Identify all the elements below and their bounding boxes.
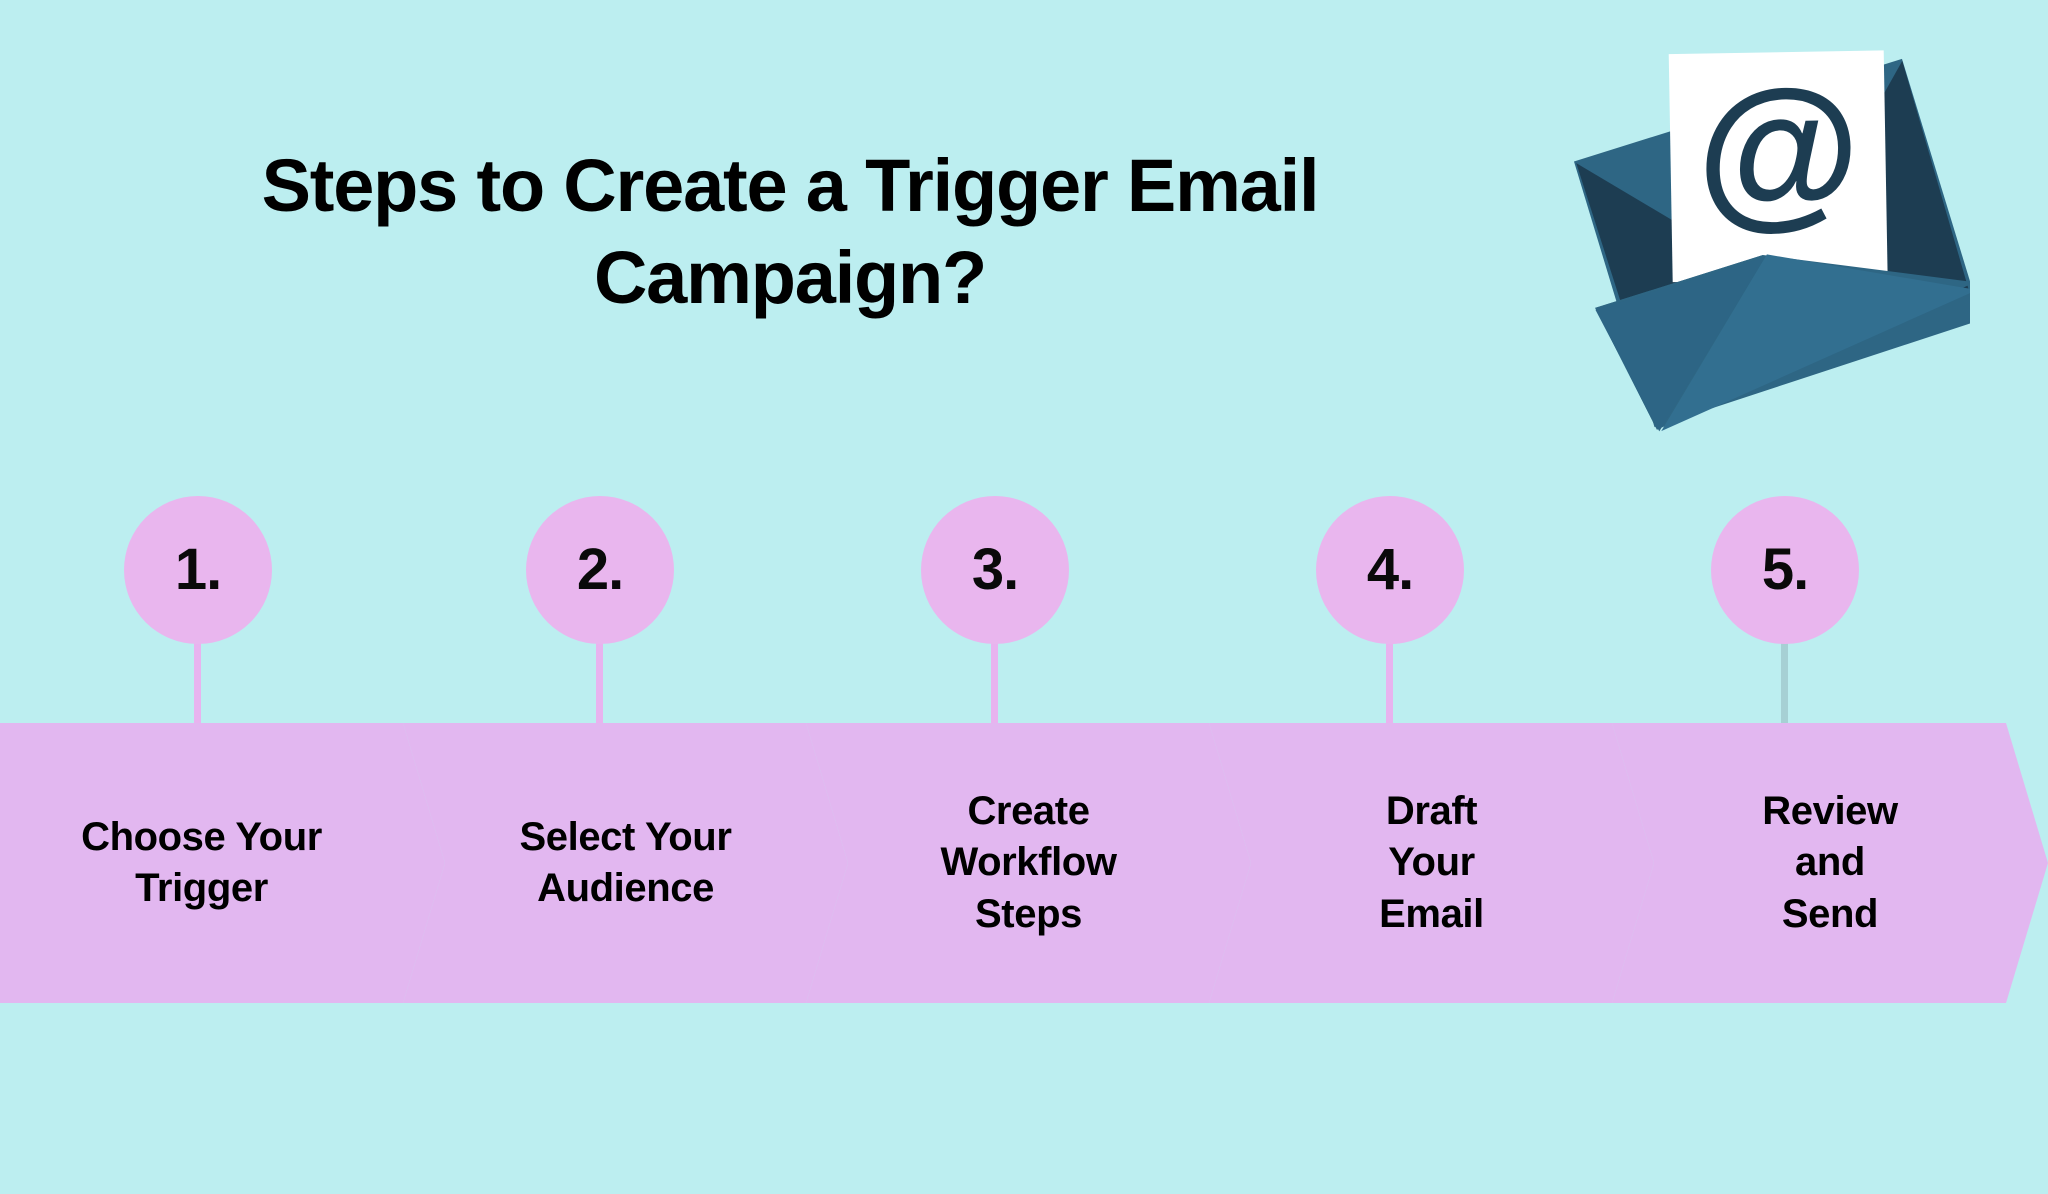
step-connector-3 [991,640,998,732]
page-title: Steps to Create a Trigger Email Campaign… [70,140,1510,324]
svg-text:@: @ [1695,54,1862,245]
process-step-chevron-3[interactable]: Create Workflow Steps [806,723,1251,1003]
process-step-label-line: and [1795,840,1865,885]
process-step-label-line: Steps [975,891,1082,936]
infographic-canvas: Steps to Create a Trigger Email Campaign… [0,0,2048,1194]
step-number-circle-5[interactable]: 5. [1711,496,1859,644]
open-envelope-icon: @ [1530,25,1970,445]
process-chevron-band: Choose Your Trigger Select Your Audience Cre… [0,723,2048,1003]
step-connector-4 [1386,640,1393,732]
process-step-label-line: Choose Your [81,814,322,859]
process-step-chevron-4[interactable]: Draft Your Email [1209,723,1654,1003]
process-step-label-line: Select Your [519,814,732,859]
process-step-label-line: Review [1762,789,1898,834]
process-step-chevron-5[interactable]: Review and Send [1612,723,2048,1003]
process-step-label-line: Your [1388,840,1475,885]
step-connector-5 [1781,640,1788,732]
step-number-label: 2. [576,537,624,602]
step-number-label: 4. [1366,537,1414,602]
step-connector-2 [596,640,603,732]
page-title-line-2: Campaign? [593,235,987,319]
process-step-label-line: Email [1379,891,1484,936]
page-title-line-1: Steps to Create a Trigger Email [261,144,1320,227]
step-number-label: 3. [971,537,1019,602]
step-number-label: 5. [1761,537,1809,602]
process-step-label-1: Choose Your Trigger [0,723,403,1003]
step-number-circle-3[interactable]: 3. [921,496,1069,644]
process-step-label-line: Trigger [135,866,268,910]
process-step-label-line: Draft [1385,789,1478,834]
process-step-chevron-2[interactable]: Select Your Audience [403,723,848,1003]
process-step-label-line: Workflow [940,840,1117,885]
step-connector-1 [194,640,201,732]
step-number-label: 1. [174,537,222,602]
process-step-label-3: Create Workflow Steps [848,723,1209,1003]
process-step-label-line: Create [967,789,1090,834]
process-step-label-line: Send [1781,891,1879,936]
step-number-circle-4[interactable]: 4. [1316,496,1464,644]
process-step-label-5: Review and Send [1654,723,2006,1003]
process-step-label-2: Select Your Audience [445,723,806,1003]
step-number-circle-2[interactable]: 2. [526,496,674,644]
process-step-label-4: Draft Your Email [1251,723,1612,1003]
process-step-label-line: Audience [537,866,714,910]
process-step-chevron-1[interactable]: Choose Your Trigger [0,723,445,1003]
step-number-circle-1[interactable]: 1. [124,496,272,644]
